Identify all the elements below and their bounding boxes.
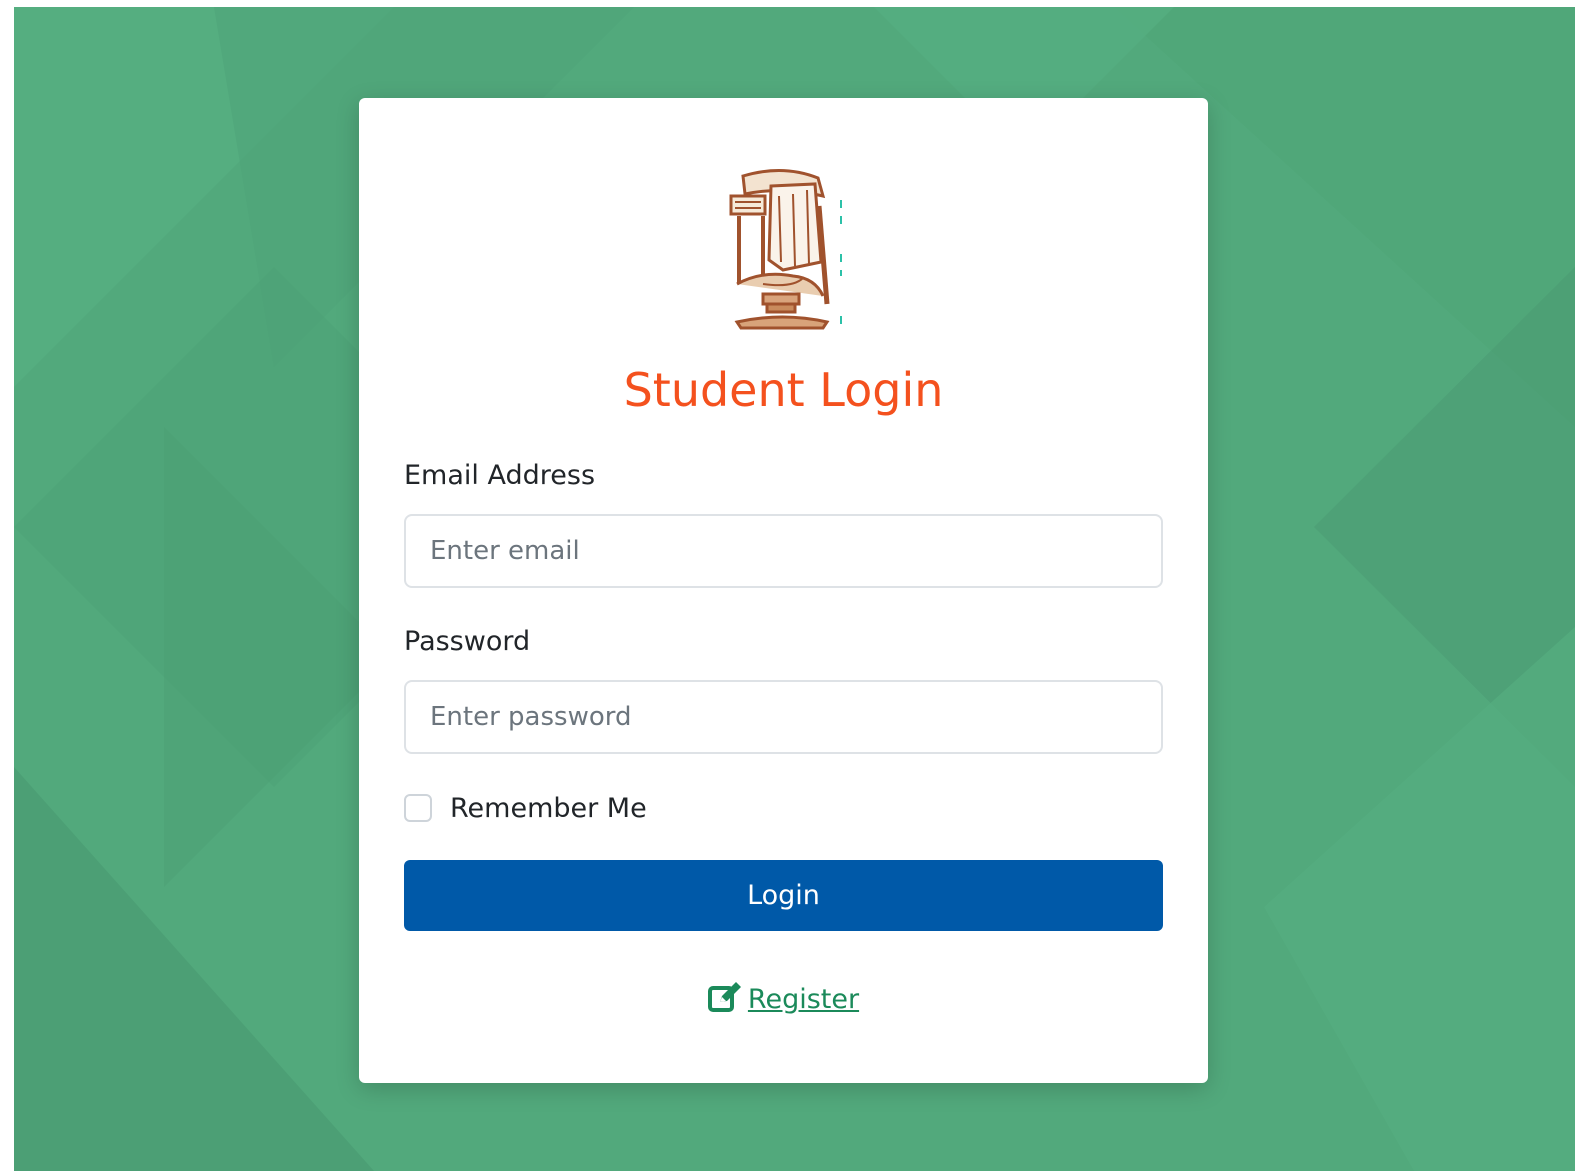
email-label: Email Address [404,460,596,491]
remember-me-checkbox[interactable] [404,794,432,822]
email-field[interactable] [404,514,1163,588]
password-label: Password [404,626,531,657]
remember-me-row: Remember Me [404,790,647,826]
remember-me-label[interactable]: Remember Me [450,793,647,824]
register-link[interactable]: Register [748,984,859,1015]
password-field[interactable] [404,680,1163,754]
page-title: Student Login [623,363,944,417]
register-row: Register [359,980,1208,1024]
login-button[interactable]: Login [404,860,1163,931]
institution-logo-icon [723,166,848,331]
login-card: Student Login Email Address Password Rem… [359,98,1208,1083]
edit-icon[interactable] [707,982,742,1024]
